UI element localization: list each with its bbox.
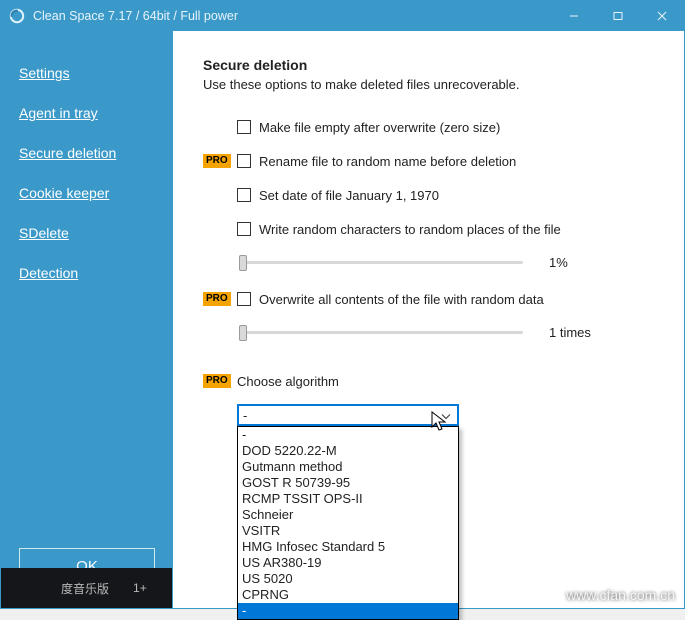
- checkbox-random-places[interactable]: [237, 222, 251, 236]
- close-button[interactable]: [640, 1, 684, 31]
- titlebar[interactable]: Clean Space 7.17 / 64bit / Full power: [1, 1, 684, 31]
- checkbox-overwrite-all[interactable]: [237, 292, 251, 306]
- algorithm-option[interactable]: DOD 5220.22-M: [238, 443, 458, 459]
- option-row-overwrite-all: PRO Overwrite all contents of the file w…: [203, 288, 660, 310]
- maximize-button[interactable]: [596, 1, 640, 31]
- slider-overwrite-value: 1 times: [549, 325, 591, 340]
- option-row-random-places: Write random characters to random places…: [203, 218, 660, 240]
- algorithm-option[interactable]: -: [238, 603, 458, 619]
- algorithm-selected-value: -: [243, 408, 247, 423]
- taskbar-text: 1+: [133, 581, 147, 595]
- algorithm-option[interactable]: CPRNG: [238, 587, 458, 603]
- checkbox-empty[interactable]: [237, 120, 251, 134]
- window-body: Settings Agent in tray Secure deletion C…: [1, 31, 684, 608]
- sidebar-item-agent-in-tray[interactable]: Agent in tray: [1, 93, 173, 133]
- label-date: Set date of file January 1, 1970: [259, 188, 439, 203]
- option-row-rename: PRO Rename file to random name before de…: [203, 150, 660, 172]
- content-panel: Secure deletion Use these options to mak…: [173, 31, 684, 608]
- label-rename: Rename file to random name before deleti…: [259, 154, 516, 169]
- pro-badge: PRO: [203, 292, 231, 306]
- algorithm-option[interactable]: HMG Infosec Standard 5: [238, 539, 458, 555]
- algorithm-option[interactable]: -: [238, 427, 458, 443]
- slider-random-places[interactable]: [237, 252, 527, 272]
- page-title: Secure deletion: [203, 57, 660, 73]
- checkbox-rename[interactable]: [237, 154, 251, 168]
- label-random-places: Write random characters to random places…: [259, 222, 561, 237]
- window-title: Clean Space 7.17 / 64bit / Full power: [33, 9, 238, 23]
- sidebar-item-secure-deletion[interactable]: Secure deletion: [1, 133, 173, 173]
- label-algorithm: Choose algorithm: [237, 374, 339, 389]
- algorithm-select[interactable]: - -DOD 5220.22-MGutmann methodGOST R 507…: [237, 404, 459, 426]
- sidebar-item-settings[interactable]: Settings: [1, 53, 173, 93]
- watermark: www.cfan.com.cn: [566, 587, 675, 603]
- option-row-algorithm: PRO Choose algorithm: [203, 370, 660, 392]
- algorithm-option[interactable]: Schneier: [238, 507, 458, 523]
- label-overwrite-all: Overwrite all contents of the file with …: [259, 292, 544, 307]
- chevron-down-icon: [441, 408, 451, 423]
- pro-badge: PRO: [203, 154, 231, 168]
- algorithm-option[interactable]: US 5020: [238, 571, 458, 587]
- slider-random-places-value: 1%: [549, 255, 568, 270]
- algorithm-option[interactable]: RCMP TSSIT OPS-II: [238, 491, 458, 507]
- window-controls: [552, 1, 684, 31]
- label-empty: Make file empty after overwrite (zero si…: [259, 120, 500, 135]
- checkbox-date[interactable]: [237, 188, 251, 202]
- slider-overwrite-wrap: 1 times: [237, 322, 660, 342]
- minimize-button[interactable]: [552, 1, 596, 31]
- sidebar-item-sdelete[interactable]: SDelete: [1, 213, 173, 253]
- slider-thumb-icon[interactable]: [239, 255, 247, 271]
- slider-thumb-icon[interactable]: [239, 325, 247, 341]
- sidebar: Settings Agent in tray Secure deletion C…: [1, 31, 173, 608]
- sidebar-item-cookie-keeper[interactable]: Cookie keeper: [1, 173, 173, 213]
- app-icon: [9, 8, 25, 24]
- slider-random-places-wrap: 1%: [237, 252, 660, 272]
- option-row-date: Set date of file January 1, 1970: [203, 184, 660, 206]
- algorithm-option[interactable]: GOST R 50739-95: [238, 475, 458, 491]
- algorithm-option[interactable]: VSITR: [238, 523, 458, 539]
- slider-overwrite[interactable]: [237, 322, 527, 342]
- taskbar-text: 度音乐版: [61, 580, 109, 597]
- sidebar-item-detection[interactable]: Detection: [1, 253, 173, 293]
- app-window: Clean Space 7.17 / 64bit / Full power Se…: [0, 0, 685, 609]
- algorithm-dropdown-list[interactable]: -DOD 5220.22-MGutmann methodGOST R 50739…: [237, 426, 459, 620]
- algorithm-select-display[interactable]: -: [237, 404, 459, 426]
- taskbar-fragment: 度音乐版 1+: [1, 568, 172, 608]
- algorithm-option[interactable]: US AR380-19: [238, 555, 458, 571]
- option-row-empty: Make file empty after overwrite (zero si…: [203, 116, 660, 138]
- page-subtitle: Use these options to make deleted files …: [203, 77, 660, 92]
- algorithm-option[interactable]: Gutmann method: [238, 459, 458, 475]
- pro-badge: PRO: [203, 374, 231, 388]
